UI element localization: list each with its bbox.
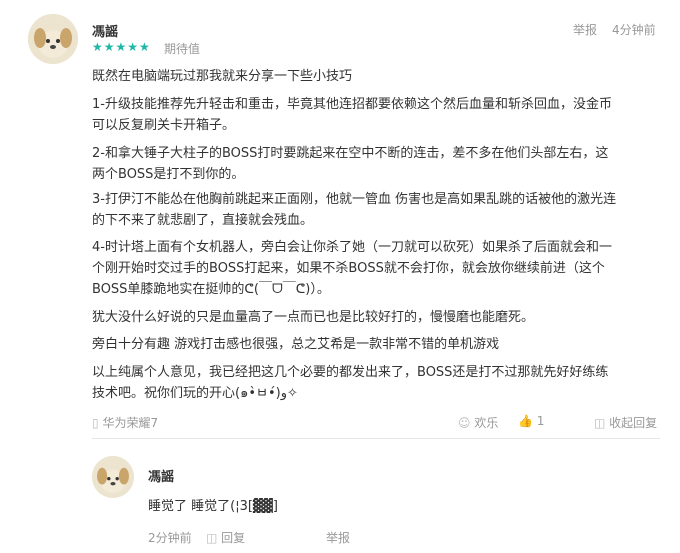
reply-text: 睡觉了 睡觉了(¦3[▓▓]: [148, 499, 278, 514]
collapse-replies-button[interactable]: ◫ 收起回复: [594, 414, 657, 431]
review-paragraph: 以上纯属个人意见，我已经把这几个必要的都发出来了，BOSS还是打不过那就先好好练…: [92, 365, 609, 380]
dog-avatar-icon: [28, 14, 78, 64]
rating-stars-icon: ★★★★★: [92, 40, 151, 54]
review-paragraph: 技术吧。祝你们玩的开心(๑•̀ㅂ•́)و✧: [92, 386, 298, 401]
divider: [92, 438, 660, 439]
happy-button[interactable]: ☺ 欢乐: [458, 414, 498, 431]
review-paragraph: 1-升级技能推荐先升轻击和重击，毕竟其他连招都要依赖这个然后血量和斩杀回血，没金…: [92, 97, 612, 112]
review-paragraph: 两个BOSS是打不到你的。: [92, 167, 245, 182]
device-info: ▯ 华为荣耀7: [92, 414, 158, 431]
review-username[interactable]: 馮謡: [92, 21, 118, 40]
review-paragraph: 3-打伊汀不能怂在他胸前跳起来正面刚，他就一管血 伤害也是高如果乱跳的话被他的激…: [92, 192, 617, 207]
review-time: 4分钟前: [612, 23, 656, 37]
device-name: 华为荣耀7: [102, 416, 159, 430]
rating-label: 期待值: [164, 42, 201, 56]
reply-username[interactable]: 馮謡: [148, 466, 174, 485]
dog-avatar-icon: [92, 456, 134, 498]
report-link[interactable]: 举报: [573, 21, 597, 38]
review-paragraph: 4-时计塔上面有个女机器人，旁白会让你杀了她（一刀就可以砍死）如果杀了后面就会和…: [92, 240, 612, 255]
review-paragraph: 个刚开始时交过手的BOSS打起来，如果不杀BOSS就不会打你，就会放你继续前进（…: [92, 261, 605, 276]
review-paragraph: 既然在电脑端玩过那我就来分享一下些小技巧: [92, 69, 353, 84]
review-paragraph: 2-和拿大锤子大柱子的BOSS打时要跳起来在空中不断的连击，差不多在他们头部左右…: [92, 146, 609, 161]
review-paragraph: 旁白十分有趣 游戏打击感也很强，总之艾希是一款非常不错的单机游戏: [92, 337, 500, 352]
happy-label: 欢乐: [474, 416, 499, 430]
comment-icon: ◫: [594, 416, 606, 430]
comment-icon: ◫: [206, 531, 218, 545]
review-paragraph: 犹大没什么好说的只是血量高了一点而已也是比较好打的，慢慢磨也能磨死。: [92, 310, 535, 325]
review-paragraph: BOSS单膝跪地实在挺帅的ᕦ(￣ᗜ￣ᕦ)）。: [92, 282, 330, 297]
collapse-label: 收起回复: [609, 416, 658, 430]
avatar[interactable]: [28, 14, 78, 64]
smile-icon: ☺: [458, 416, 471, 430]
reply-avatar[interactable]: [92, 456, 134, 498]
like-count: 1: [536, 414, 545, 428]
like-button[interactable]: 👍 1: [518, 414, 544, 428]
thumb-up-icon: 👍: [518, 414, 533, 428]
review-paragraph: 可以反复刷关卡开箱子。: [92, 118, 236, 133]
review-paragraph: 的下不来了就悲剧了，直接就会残血。: [92, 213, 314, 228]
reply-time: 2分钟前: [148, 531, 192, 545]
phone-icon: ▯: [92, 416, 99, 430]
reply-report-link[interactable]: 举报: [326, 529, 350, 546]
reply-label: 回复: [221, 531, 246, 545]
reply-button[interactable]: ◫ 回复: [206, 529, 245, 546]
